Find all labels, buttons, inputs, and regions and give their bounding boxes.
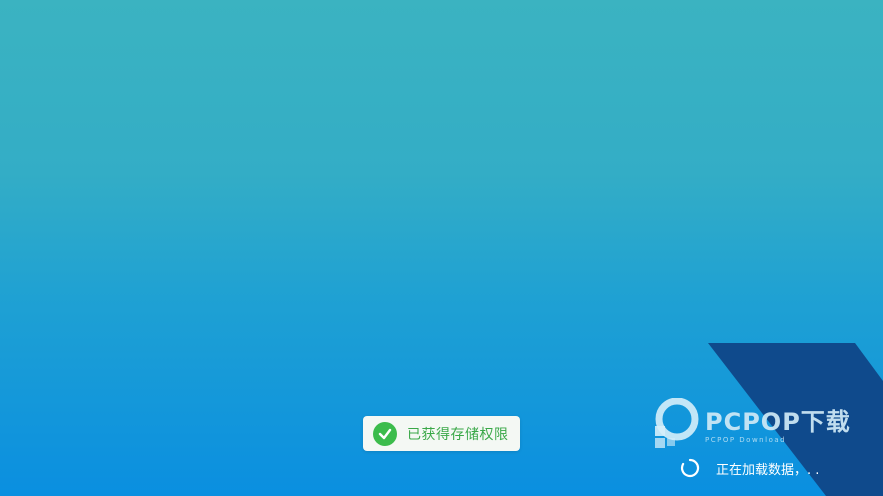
- pcpop-logo-icon: [655, 398, 699, 448]
- loading-indicator: 正在加载数据，. .: [680, 458, 819, 478]
- spinner-icon: [680, 458, 700, 478]
- watermark-brand: PCPOP下载: [705, 408, 851, 436]
- toast-message: 已获得存储权限: [407, 426, 509, 443]
- loading-text: 正在加载数据，. .: [716, 462, 820, 478]
- permission-toast: 已获得存储权限: [363, 416, 520, 451]
- watermark-tagline: PCPOP Download: [705, 436, 787, 444]
- watermark-logo: PCPOP下载 PCPOP Download: [655, 398, 851, 448]
- check-circle-icon: [373, 421, 397, 446]
